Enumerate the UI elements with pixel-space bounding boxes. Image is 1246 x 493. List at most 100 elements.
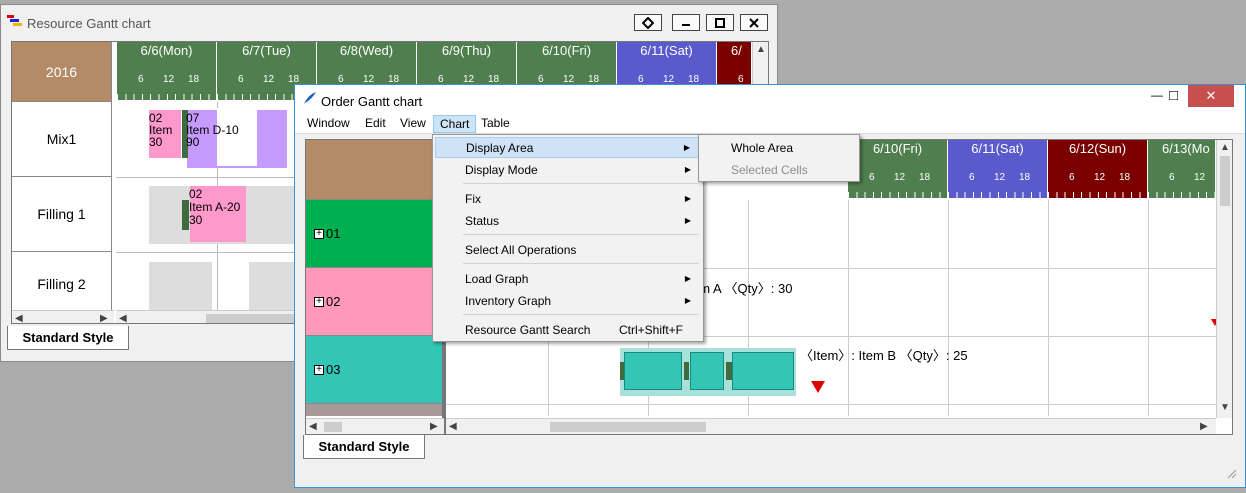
order-03-label: 〈Item〉: Item B 〈Qty〉: 25 (800, 348, 968, 363)
submenu-arrow-icon: ▶ (684, 274, 691, 283)
order-row-01[interactable]: +01 (306, 200, 442, 268)
submenu-arrow-icon: ▶ (684, 216, 691, 225)
menu-item-resource-gantt-search[interactable]: Resource Gantt Search Ctrl+Shift+F (435, 319, 701, 340)
order-row-03[interactable]: +03 (306, 336, 442, 404)
day-label: 6/11(Sat) (971, 141, 1024, 156)
minimize-icon[interactable]: — (1151, 88, 1163, 102)
menu-item-fix[interactable]: Fix ▶ (435, 188, 701, 209)
expand-icon[interactable]: + (314, 228, 324, 239)
scroll-thumb[interactable] (1220, 156, 1230, 206)
hour-tick-label: 6 (238, 74, 244, 85)
menu-item-whole-area[interactable]: Whole Area (701, 137, 857, 158)
hour-tick-label: 6 (138, 74, 144, 85)
day-label: 6/10(Fri) (541, 43, 592, 58)
order-name: 03 (326, 362, 341, 377)
resource-name: Mix1 (46, 131, 77, 147)
diamond-icon[interactable] (634, 14, 662, 31)
menu-item-status[interactable]: Status ▶ (435, 210, 701, 231)
menu-chart[interactable]: Chart (433, 115, 477, 133)
day-header: 6/13(Mo 6 12 (1148, 140, 1216, 198)
order-corner-header (306, 140, 442, 200)
year-header: 2016 (12, 42, 112, 102)
hour-tick-label: 6 (1169, 172, 1175, 183)
expand-icon[interactable]: + (314, 296, 324, 307)
close-icon[interactable]: ✕ (1188, 85, 1234, 107)
day-label: 6/9(Thu) (441, 43, 492, 58)
hour-tick-label: 6 (969, 172, 975, 183)
hour-tick-label: 6 (1069, 172, 1075, 183)
menu-window[interactable]: Window (301, 115, 356, 133)
feather-icon (302, 91, 318, 108)
resource-row-filling1[interactable]: Filling 1 (12, 177, 112, 252)
hour-tick-label: 12 (163, 74, 175, 85)
gantt-bar[interactable] (732, 352, 794, 390)
resource-style-tab[interactable]: Standard Style (7, 326, 129, 350)
submenu-arrow-icon: ▶ (684, 194, 691, 203)
hour-tick-label: 12 (1194, 172, 1206, 183)
scroll-thumb[interactable] (550, 422, 706, 432)
hour-tick-label: 18 (188, 74, 200, 85)
menu-item-load-graph[interactable]: Load Graph ▶ (435, 268, 701, 289)
display-area-submenu: Whole Area Selected Cells (698, 134, 860, 182)
resource-window-title: Resource Gantt chart (27, 16, 151, 31)
order-row-02[interactable]: +02 (306, 268, 442, 336)
day-label: 6/ (731, 43, 742, 58)
day-header: 6/12(Sun) 6 12 18 (1048, 140, 1148, 198)
hour-tick-label: 18 (1119, 172, 1131, 183)
order-02-label: em A 〈Qty〉: 30 (692, 281, 793, 296)
order-vertical-scrollbar[interactable]: ▲ ▼ (1216, 140, 1232, 418)
hour-tick-label: 12 (1094, 172, 1106, 183)
day-label: 6/8(Wed) (339, 43, 394, 58)
resize-grip-icon[interactable] (1225, 467, 1237, 482)
resource-left-scrollbar[interactable]: ◀ ▶ (12, 310, 114, 323)
resource-name: Filling 1 (37, 206, 86, 222)
expand-icon[interactable]: + (314, 364, 324, 375)
resource-row-mix1[interactable]: Mix1 (12, 102, 112, 177)
day-header: 6/11(Sat) 6 12 18 (948, 140, 1048, 198)
submenu-arrow-icon: ▶ (684, 165, 691, 174)
minimize-icon[interactable] (672, 14, 700, 31)
gantt-bar-label: 07 Item D-10 90 (186, 111, 239, 149)
day-label: 6/11(Sat) (640, 43, 693, 58)
chart-menu: Display Area ▶ Display Mode ▶ Fix ▶ Status ▶… (432, 134, 704, 342)
shortcut-label: Ctrl+Shift+F (618, 322, 683, 337)
hour-tick-label: 18 (1019, 172, 1031, 183)
maximize-icon[interactable]: □ (1169, 87, 1178, 104)
submenu-arrow-icon: ▶ (684, 296, 691, 305)
hour-tick-label: 12 (263, 74, 275, 85)
resource-name: Filling 2 (37, 276, 86, 292)
order-menubar: Window Edit View Chart Table (295, 113, 1245, 134)
submenu-arrow-icon: ▶ (683, 143, 690, 152)
menu-table[interactable]: Table (475, 115, 516, 133)
gantt-bar[interactable] (690, 352, 724, 390)
menu-item-display-area[interactable]: Display Area ▶ (435, 137, 701, 158)
menu-item-selected-cells: Selected Cells (731, 162, 808, 177)
day-label: 6/6(Mon) (140, 43, 193, 58)
maximize-icon[interactable] (706, 14, 734, 31)
menu-item-inventory-graph[interactable]: Inventory Graph ▶ (435, 290, 701, 311)
menu-edit[interactable]: Edit (359, 115, 392, 133)
menu-item-select-all-operations[interactable]: Select All Operations (435, 239, 701, 260)
hour-tick-label: 12 (994, 172, 1006, 183)
gantt-bar[interactable] (624, 352, 682, 390)
menu-item-display-mode[interactable]: Display Mode ▶ (435, 159, 701, 180)
order-name: 01 (326, 226, 341, 241)
day-label: 6/10(Fri) (872, 141, 923, 156)
hour-tick-label: 18 (919, 172, 931, 183)
day-header: 6/10(Fri) 6 12 18 (848, 140, 948, 198)
order-name: 02 (326, 294, 341, 309)
menu-view[interactable]: View (394, 115, 432, 133)
hour-tick-label: 12 (894, 172, 906, 183)
close-icon[interactable] (740, 14, 768, 31)
resource-row-filling2[interactable]: Filling 2 (12, 252, 112, 317)
day-label: 6/13(Mo (1162, 141, 1210, 156)
order-horizontal-scrollbar[interactable]: ◀ ▶ (446, 418, 1216, 434)
day-label: 6/12(Sun) (1068, 141, 1127, 156)
hour-tick-label: 6 (869, 172, 875, 183)
resource-app-icon (7, 15, 23, 27)
order-left-scrollbar[interactable]: ◀ ▶ (306, 418, 444, 434)
resource-window-titlebar[interactable]: Resource Gantt chart (1, 5, 777, 35)
gantt-bar-label: 02 Item A-20 30 (189, 187, 241, 227)
order-style-tab[interactable]: Standard Style (303, 435, 425, 459)
order-window-titlebar[interactable]: Order Gantt chart — □ ✕ (295, 85, 1245, 113)
